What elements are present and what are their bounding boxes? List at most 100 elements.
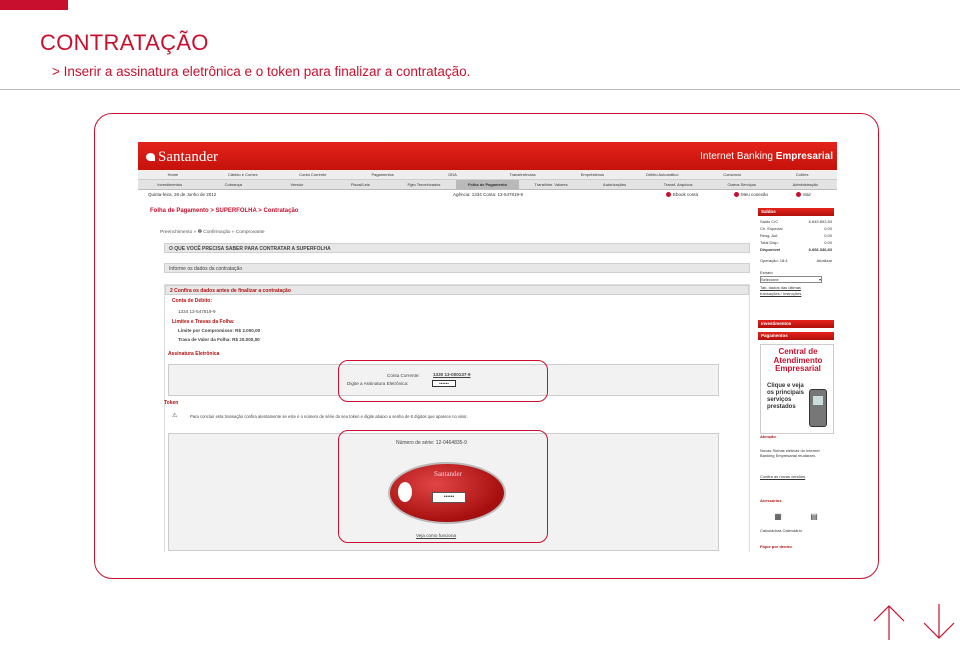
payments-header[interactable]: Pagamentos xyxy=(758,332,834,340)
limits-label: Limites e Travas da Folha: xyxy=(172,319,235,325)
nav-item[interactable]: Transferências xyxy=(488,170,558,179)
step1-bar[interactable]: Informe os dados da contratação xyxy=(164,263,750,273)
lock-line: Trava de Valor da Folha: R$ 20.000,00 xyxy=(178,337,260,342)
secondary-nav: Investimentos Cobrança Vendor Fiscal/Lei… xyxy=(138,180,837,190)
extract-select[interactable]: Selecione ▾ xyxy=(760,276,822,283)
attention-link[interactable]: Confira as novas versões xyxy=(760,474,832,479)
row-label: Disponível xyxy=(760,247,781,252)
extract-label: Extrato xyxy=(760,270,832,275)
link-text: transações / Instruções xyxy=(760,291,802,296)
nav-item[interactable]: Fiscal/Leis xyxy=(329,180,393,189)
chevron-down-icon: ▾ xyxy=(818,277,821,282)
banner-bold: Empresarial xyxy=(775,151,833,162)
nav-item[interactable]: Outros Serviços xyxy=(710,180,774,189)
banner-prefix: Internet Banking xyxy=(700,151,776,162)
extract-text: Extrato xyxy=(760,270,773,275)
slide-title: CONTRATAÇÃO xyxy=(40,30,209,55)
step2-bar: 2 Confira os dados antes de finalizar a … xyxy=(165,285,749,295)
date-text: Quinta-feira, 28 de Junho de 2012 xyxy=(148,192,217,197)
warning-icon: ⚠ xyxy=(172,413,178,419)
brand-name: Santander xyxy=(158,149,218,165)
nav-item-active[interactable]: Folha de Pagamento xyxy=(455,180,520,189)
arrow-up-icon[interactable] xyxy=(872,603,906,641)
link-icon xyxy=(734,192,739,198)
nav-item[interactable]: Transfhim. Valores xyxy=(519,180,583,189)
row-label[interactable]: Total Disp. xyxy=(760,240,779,245)
central-title: Central de Atendimento Empresarial xyxy=(773,347,823,373)
services-link[interactable]: Meu conexão xyxy=(734,190,768,199)
info-expand-bar[interactable]: O QUE VOCÊ PRECISA SABER PARA CONTRATAR … xyxy=(164,243,750,253)
fique-text: Fique por dentro xyxy=(760,544,792,549)
link-label: Meu conexão xyxy=(741,192,769,197)
calculator-icon[interactable]: ▦ xyxy=(774,512,782,521)
internet-banking-link[interactable]: Ebook conta xyxy=(666,190,698,199)
row-value: 6.666.336,83 xyxy=(808,247,832,252)
nav-item[interactable]: Pgto Terceirizados xyxy=(392,180,456,189)
nav-item[interactable]: Investimentos xyxy=(138,180,202,189)
nav-item[interactable]: Cotões xyxy=(767,170,837,179)
progress-steps: Preenchimento » ❷ Confirmação » Comprova… xyxy=(160,230,265,235)
nav-item[interactable]: Home xyxy=(138,170,208,179)
sidebar: Saldos Saldo C/C 6.649.892,83 Ch. Especia… xyxy=(758,208,837,552)
row-value: 6.649.892,83 xyxy=(808,219,832,224)
token-highlight xyxy=(338,430,548,543)
nav-item[interactable]: Conta Corrente xyxy=(278,170,348,179)
link-text: Confira as novas versões xyxy=(760,474,806,479)
link-icon xyxy=(666,192,671,198)
balance-header[interactable]: Saldos xyxy=(758,208,834,216)
central-atendimento-banner[interactable]: Central de Atendimento Empresarial Cliqu… xyxy=(760,344,834,434)
fique-title[interactable]: Fique por dentro xyxy=(760,544,832,549)
tools-text: Calculadora Calendário xyxy=(760,528,802,533)
signature-highlight xyxy=(338,360,548,402)
nav-item[interactable]: Administração xyxy=(773,180,837,189)
sidebar-link[interactable]: transações / Instruções xyxy=(760,291,832,296)
calendar-icon[interactable]: ▤ xyxy=(810,512,818,521)
link-label: Ebook conta xyxy=(673,192,699,197)
row-label[interactable]: Ch. Especial xyxy=(760,226,782,231)
balance-row: Ch. Especial 0,00 xyxy=(760,226,832,231)
nav-item[interactable]: Pagamentos xyxy=(348,170,418,179)
nav-item[interactable]: Vendor xyxy=(265,180,329,189)
banner-text: Internet Banking Empresarial xyxy=(700,151,833,162)
page-heading: Folha de Pagamento > SUPERFOLHA > Contra… xyxy=(150,208,299,214)
nav-item[interactable]: Transf. Arquivos xyxy=(646,180,710,189)
exit-icon xyxy=(796,192,801,198)
limit-line: Limite por Compromisso: R$ 2.000,00 xyxy=(178,328,261,333)
operation-text: Operação: 18:4 xyxy=(760,258,788,263)
nav-item[interactable]: Cânbio e Comex xyxy=(208,170,278,179)
tools-label: Calculadora Calendário xyxy=(760,528,832,533)
refresh-button[interactable]: Atualizar xyxy=(816,258,832,263)
row-label: Resg. Aut. xyxy=(760,233,779,238)
token-label: Token xyxy=(164,400,179,406)
link-label: Sair xyxy=(803,192,812,197)
attention-body: Novas Sinhas eletivas do Internet Bankin… xyxy=(760,448,820,458)
santander-logo[interactable]: Santander xyxy=(146,149,218,166)
nav-item[interactable]: Empréstimos xyxy=(557,170,627,179)
nav-item[interactable]: DDA xyxy=(418,170,488,179)
operation-row: Operação: 18:4 Atualizar xyxy=(760,258,832,263)
row-value: 0,00 xyxy=(824,233,832,238)
debit-label: Conta de Débito: xyxy=(172,298,212,304)
link-text: Tab. dados das últimas xyxy=(760,285,801,290)
info-bar: Quinta-feira, 28 de Junho de 2012 Agênci… xyxy=(138,190,837,199)
title-divider xyxy=(0,89,960,90)
nav-item[interactable]: Autorizações xyxy=(583,180,647,189)
slide-subtitle: > Inserir a assinatura eletrônica e o to… xyxy=(52,64,471,79)
flame-icon xyxy=(146,153,155,161)
select-value: Selecione xyxy=(761,277,779,282)
agency-text: Agência: 1334 Conta: 13-547819-9 xyxy=(453,192,524,197)
attention-text: Atenção xyxy=(760,434,776,439)
nav-item[interactable]: Débito Automático xyxy=(627,170,697,179)
nav-item[interactable]: Cobrança xyxy=(202,180,266,189)
attention-title: Atenção xyxy=(760,434,832,439)
nav-item[interactable]: Consórcio xyxy=(697,170,767,179)
top-accent-bar xyxy=(0,0,68,10)
exit-link[interactable]: Sair xyxy=(796,190,811,199)
sidebar-link[interactable]: Tab. dados das últimas xyxy=(760,285,832,290)
accessories-text: Acessórios xyxy=(760,498,782,503)
brand-header: Santander Internet Banking Empresarial xyxy=(138,142,837,170)
balance-row: Resg. Aut. 0,00 xyxy=(760,233,832,238)
arrow-down-icon[interactable] xyxy=(922,603,956,641)
tool-icons: ▦ ▤ xyxy=(760,512,832,521)
investments-header[interactable]: Investimentos xyxy=(758,320,834,328)
